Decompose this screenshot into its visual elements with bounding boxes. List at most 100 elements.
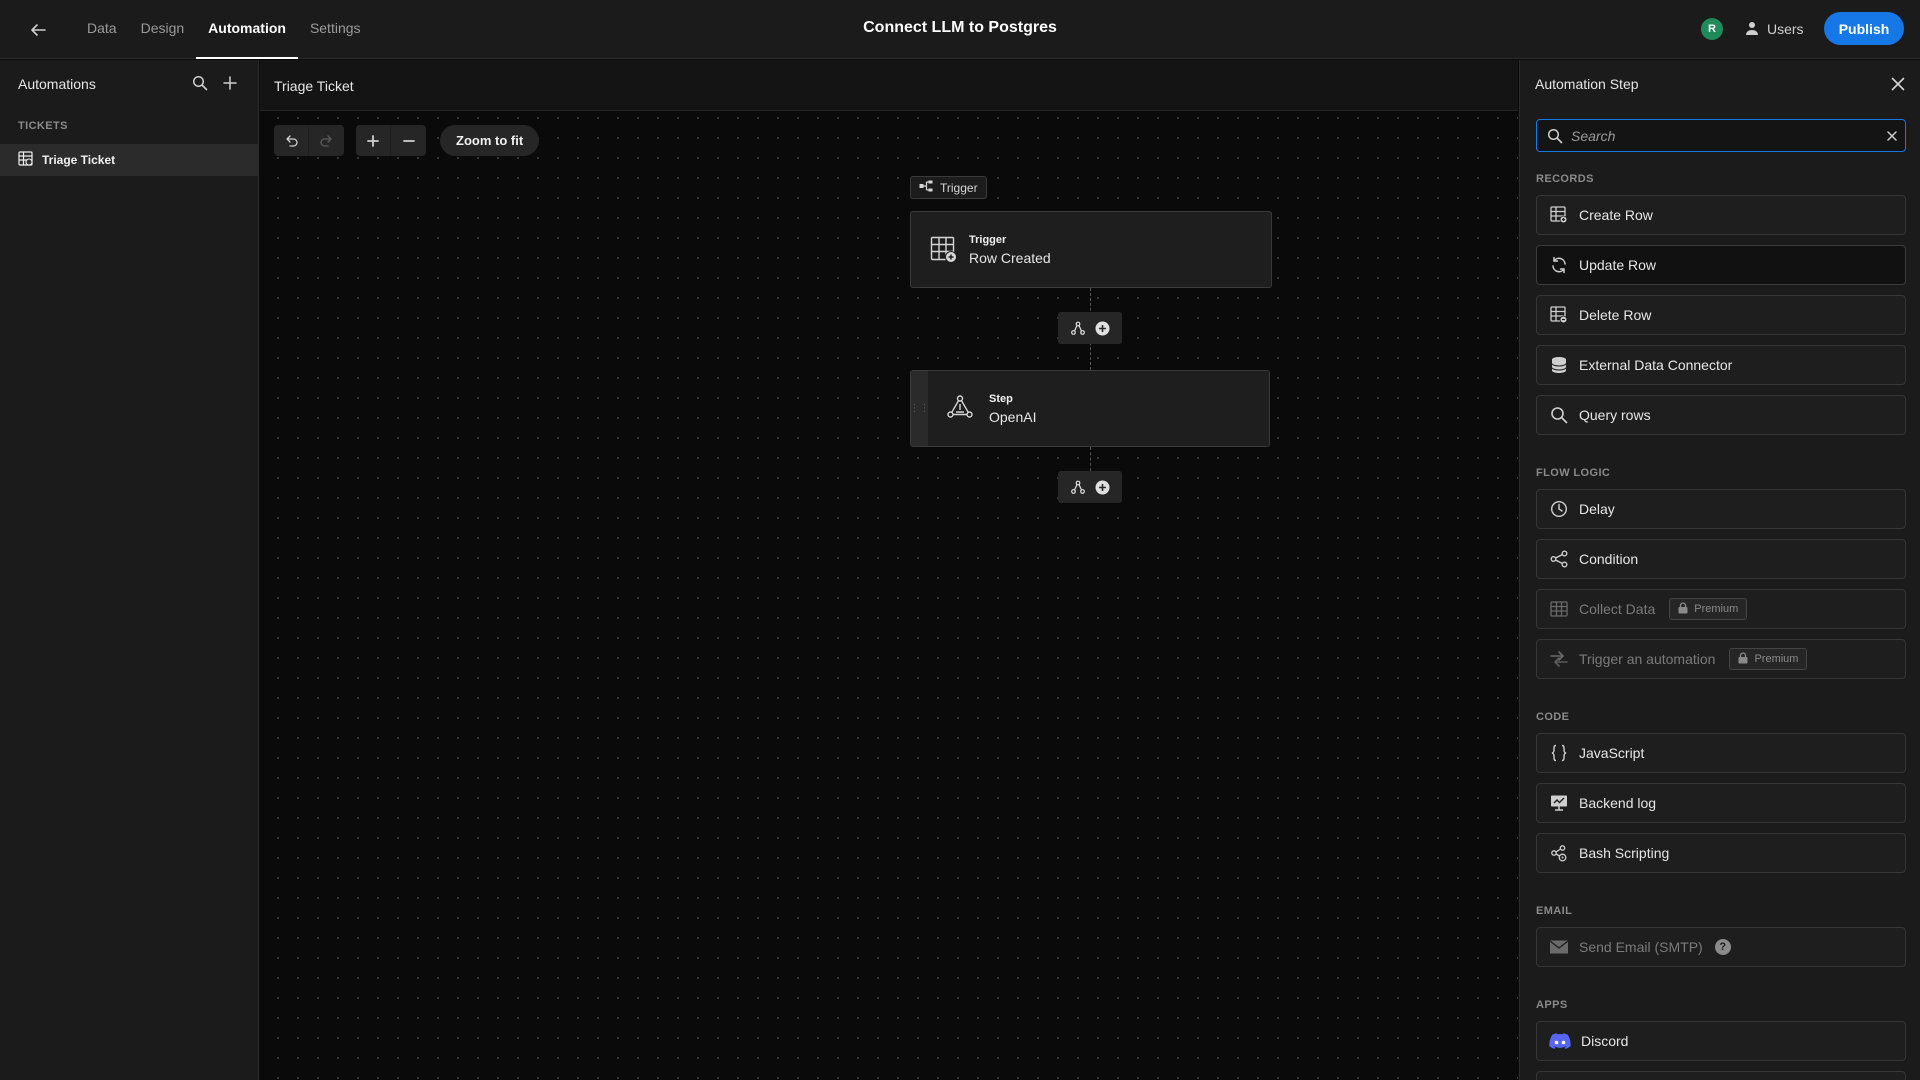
connector-line xyxy=(1090,447,1091,471)
step-trigger-an-automation: Trigger an automation Premium xyxy=(1536,639,1906,679)
monitor-icon xyxy=(1549,793,1569,813)
zoom-in-icon[interactable] xyxy=(356,125,391,156)
node-type-label: Step xyxy=(989,392,1013,405)
trigger-tag-label: Trigger xyxy=(940,180,978,195)
trigger-tag: Trigger xyxy=(910,176,987,199)
step-backend-log[interactable]: Backend log xyxy=(1536,783,1906,823)
branch-icon xyxy=(1549,549,1569,569)
tab-data[interactable]: Data xyxy=(75,0,129,59)
step-label: Query rows xyxy=(1579,407,1651,423)
step-label: Trigger an automation xyxy=(1579,651,1716,667)
step-discord[interactable]: Discord xyxy=(1536,1021,1906,1061)
step-create-row[interactable]: Create Row xyxy=(1536,195,1906,235)
trigger-flow-icon xyxy=(919,180,934,195)
automations-sidebar: Automations TICKETS Triage Ticket xyxy=(0,60,259,1080)
step-external-data-connector[interactable]: External Data Connector xyxy=(1536,345,1906,385)
sidebar-item-triage-ticket[interactable]: Triage Ticket xyxy=(0,144,258,176)
help-icon[interactable]: ? xyxy=(1714,939,1731,955)
canvas-header: Triage Ticket xyxy=(260,60,1518,111)
table-icon xyxy=(18,151,33,169)
node-name-label: OpenAI xyxy=(989,408,1037,425)
search-icon[interactable] xyxy=(190,73,210,93)
step-search-box xyxy=(1536,119,1906,152)
step-node-openai[interactable]: ⋮⋮ Step OpenAI xyxy=(910,370,1270,447)
users-label: Users xyxy=(1767,21,1804,37)
sidebar-title: Automations xyxy=(18,76,96,92)
section-label-records: RECORDS xyxy=(1536,173,1594,185)
step-label: Send Email (SMTP) xyxy=(1579,939,1703,955)
step-condition[interactable]: Condition xyxy=(1536,539,1906,579)
sidebar-item-label: Triage Ticket xyxy=(42,153,116,167)
grid-icon xyxy=(1549,599,1569,619)
step-update-row[interactable]: Update Row xyxy=(1536,245,1906,285)
discord-icon xyxy=(1549,1031,1571,1051)
drag-handle-icon[interactable]: ⋮⋮ xyxy=(910,371,930,446)
search-icon xyxy=(1549,405,1569,425)
user-icon xyxy=(1744,20,1760,39)
branch-add-icon[interactable] xyxy=(1070,480,1085,494)
refresh-icon xyxy=(1549,255,1569,275)
create-row-icon xyxy=(1549,205,1569,225)
step-bash-scripting[interactable]: Bash Scripting xyxy=(1536,833,1906,873)
search-input[interactable] xyxy=(1563,127,1879,144)
automation-canvas[interactable]: Triage Ticket Zoom to fit Trigger Trigge… xyxy=(260,60,1518,1080)
premium-badge: Premium xyxy=(1729,648,1808,670)
step-javascript[interactable]: JavaScript xyxy=(1536,733,1906,773)
step-label: Delay xyxy=(1579,501,1615,517)
mail-icon xyxy=(1549,937,1569,957)
tab-settings[interactable]: Settings xyxy=(298,0,373,59)
zoom-to-fit-button[interactable]: Zoom to fit xyxy=(440,125,540,156)
database-icon xyxy=(1549,355,1569,375)
step-label: Delete Row xyxy=(1579,307,1652,323)
step-label: Create Row xyxy=(1579,207,1653,223)
step-label: External Data Connector xyxy=(1579,357,1733,373)
step-send-email-smtp: Send Email (SMTP) ? xyxy=(1536,927,1906,967)
tab-automation[interactable]: Automation xyxy=(196,0,298,59)
avatar[interactable]: R xyxy=(1701,18,1723,40)
step-collect-data: Collect Data Premium xyxy=(1536,589,1906,629)
step-delay[interactable]: Delay xyxy=(1536,489,1906,529)
panel-title: Automation Step xyxy=(1535,76,1639,92)
automation-title: Triage Ticket xyxy=(274,78,354,94)
step-label: Update Row xyxy=(1579,257,1657,273)
step-label: Condition xyxy=(1579,551,1639,567)
search-icon xyxy=(1547,128,1563,144)
tab-design[interactable]: Design xyxy=(129,0,197,59)
trigger-node[interactable]: Trigger Row Created xyxy=(910,211,1272,288)
add-circle-icon[interactable] xyxy=(1095,480,1110,495)
branch-add-icon[interactable] xyxy=(1070,321,1085,335)
clear-search-icon[interactable] xyxy=(1879,123,1905,149)
sidebar-section-label: TICKETS xyxy=(18,120,68,132)
lock-icon xyxy=(1738,651,1748,667)
main-nav: Data Design Automation Settings xyxy=(75,0,373,59)
top-bar: Data Design Automation Settings Connect … xyxy=(0,0,1920,59)
users-button[interactable]: Users xyxy=(1744,17,1804,41)
step-label: Collect Data xyxy=(1579,601,1656,617)
premium-label: Premium xyxy=(1754,653,1799,665)
close-icon[interactable] xyxy=(1887,73,1909,95)
step-label: Backend log xyxy=(1579,795,1657,811)
step-delete-row[interactable]: Delete Row xyxy=(1536,295,1906,335)
undo-icon[interactable] xyxy=(274,125,309,156)
table-add-icon xyxy=(929,235,959,265)
step-label: Bash Scripting xyxy=(1579,845,1670,861)
delete-row-icon xyxy=(1549,305,1569,325)
section-label-apps: APPS xyxy=(1536,999,1568,1011)
add-step-pill xyxy=(1058,471,1122,503)
step-label: Discord xyxy=(1581,1033,1629,1049)
add-circle-icon[interactable] xyxy=(1095,321,1110,336)
zoom-out-icon[interactable] xyxy=(391,125,426,156)
add-automation-icon[interactable] xyxy=(220,73,240,93)
zoom-controls xyxy=(356,125,426,156)
step-query-rows[interactable]: Query rows xyxy=(1536,395,1906,435)
step-next-app[interactable] xyxy=(1536,1071,1906,1080)
publish-button[interactable]: Publish xyxy=(1824,12,1904,45)
back-arrow-icon[interactable] xyxy=(26,18,50,42)
section-label-email: EMAIL xyxy=(1536,905,1573,917)
premium-badge: Premium xyxy=(1669,598,1748,620)
redo-icon[interactable] xyxy=(309,125,344,156)
section-label-code: CODE xyxy=(1536,711,1570,723)
node-type-label: Trigger xyxy=(969,233,1007,246)
section-label-flow-logic: FLOW LOGIC xyxy=(1536,467,1611,479)
gears-icon xyxy=(1549,843,1569,863)
